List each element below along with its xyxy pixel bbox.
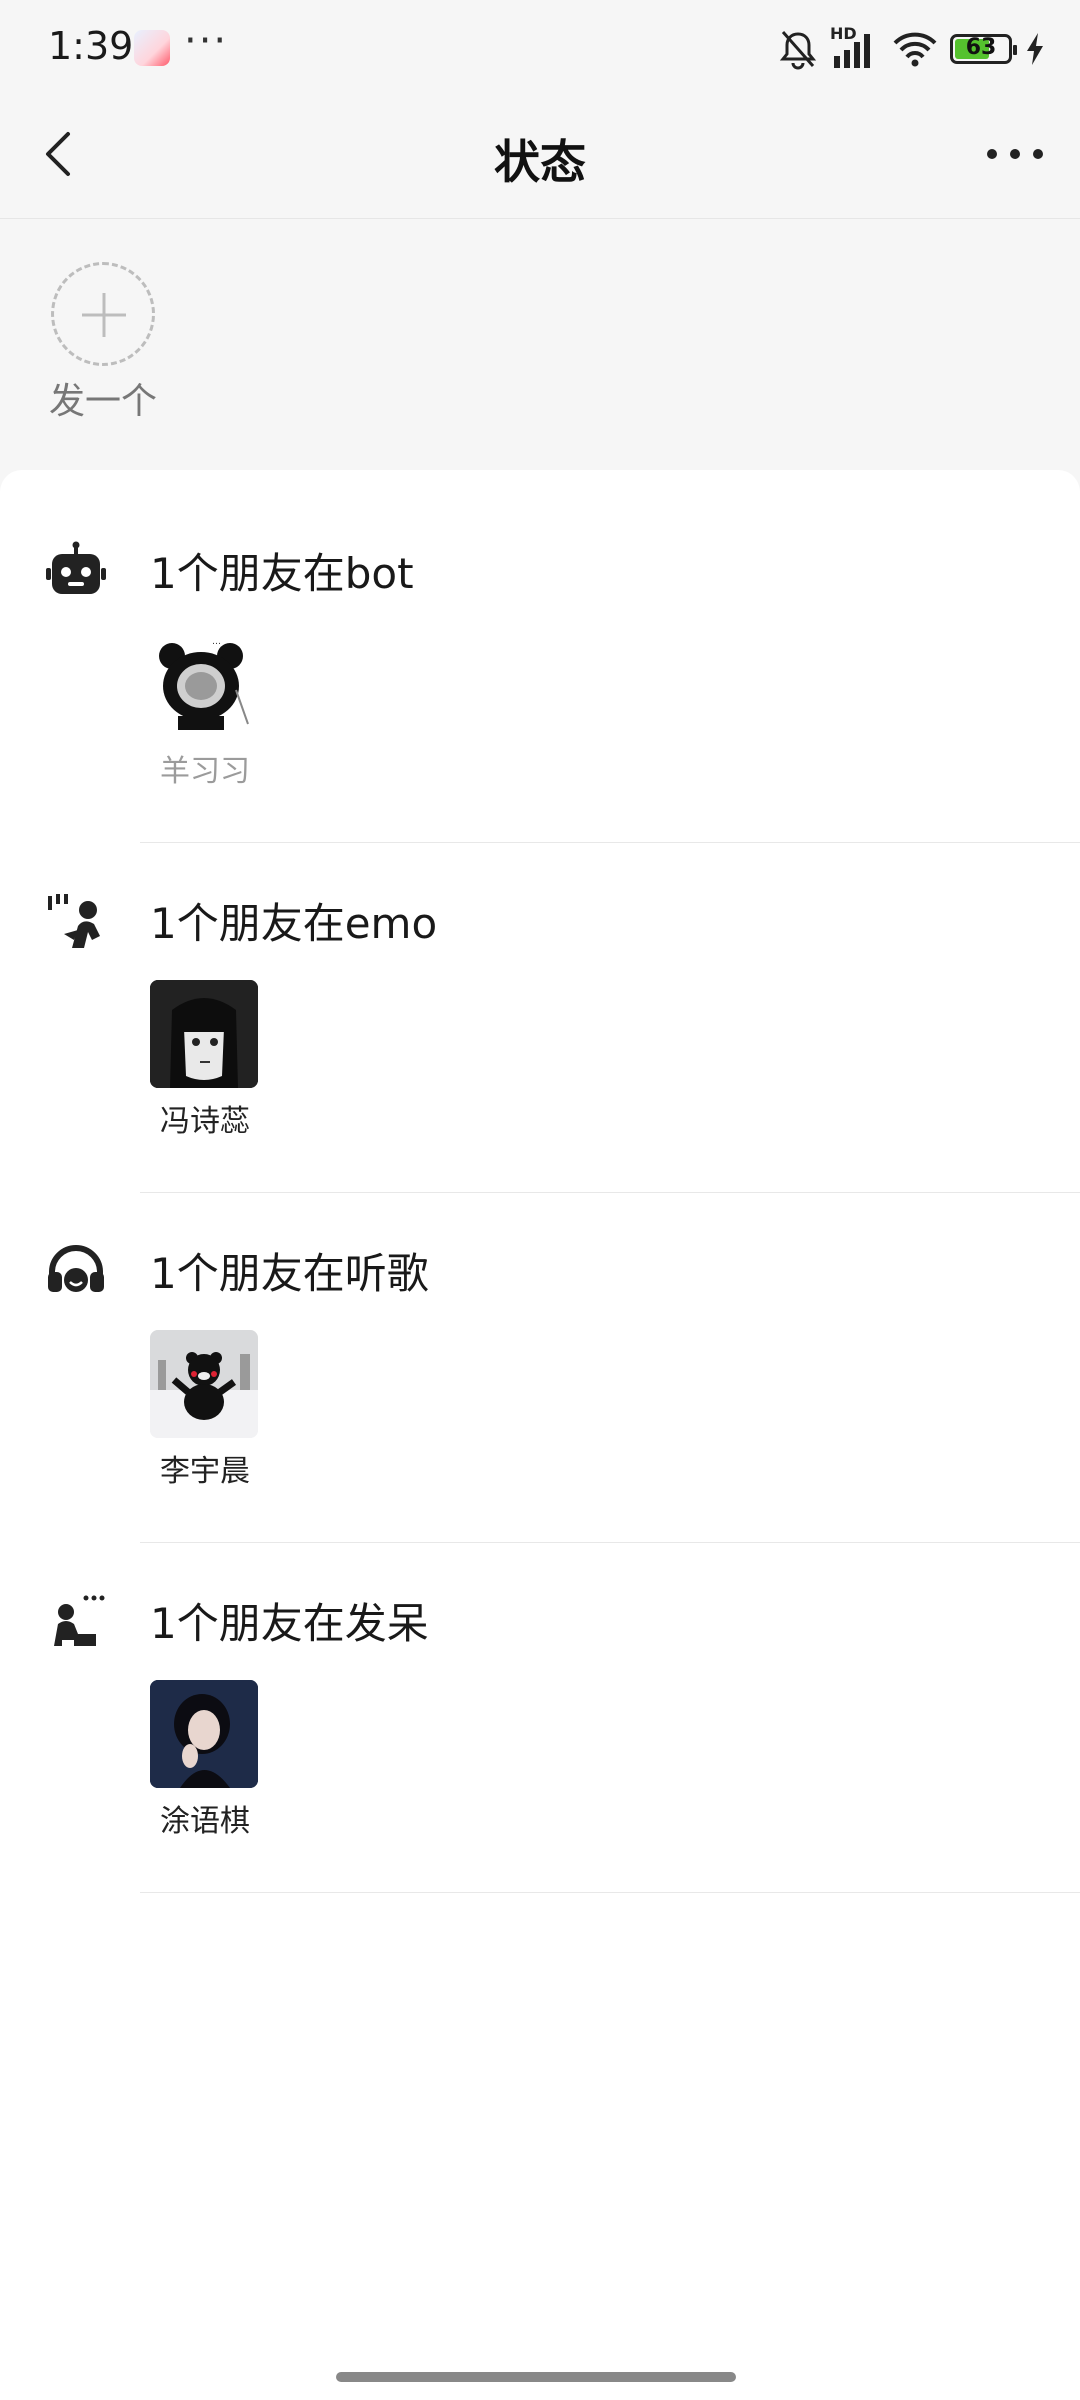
avatar[interactable]: … xyxy=(150,630,258,738)
page-title: 状态 xyxy=(494,135,586,189)
friend-item[interactable]: 涂语棋 xyxy=(150,1680,260,1840)
wifi-icon xyxy=(893,32,937,67)
friend-name: 冯诗蕊 xyxy=(160,1104,250,1139)
add-circle[interactable] xyxy=(51,262,155,366)
app-notification-icon xyxy=(134,30,170,66)
more-options-icon[interactable] xyxy=(980,134,1050,174)
row-divider xyxy=(140,1892,1080,1893)
status-time: 1:39 xyxy=(48,24,134,68)
kumamon-photo-avatar xyxy=(150,1330,258,1438)
avatar[interactable] xyxy=(150,980,258,1088)
emo-person-icon xyxy=(48,894,100,948)
friend-item[interactable]: 冯诗蕊 xyxy=(150,980,260,1140)
group-title: 1个朋友在发呆 xyxy=(150,1599,429,1648)
status-list-card: 1个朋友在bot … 羊习习 1个朋友在emo 冯诗蕊 1个朋友在听歌 李宇晨 … xyxy=(0,470,1080,2400)
row-divider xyxy=(140,842,1080,843)
group-title: 1个朋友在bot xyxy=(150,549,414,598)
friend-name: 羊习习 xyxy=(160,754,250,789)
portrait-photo-avatar xyxy=(150,1680,258,1788)
status-bar: 1:39 ··· HD 63 xyxy=(0,0,1080,100)
daze-person-icon xyxy=(54,1595,105,1646)
home-indicator[interactable] xyxy=(336,2372,736,2382)
nav-header: 状态 xyxy=(0,100,1080,220)
post-label: 发一个 xyxy=(48,381,157,422)
avatar[interactable] xyxy=(150,1330,258,1438)
friend-name: 涂语棋 xyxy=(160,1804,250,1839)
signal-icon: HD xyxy=(830,24,880,70)
status-icons: HD 63 xyxy=(778,24,1046,74)
battery-level: 63 xyxy=(965,35,997,60)
post-status-button[interactable]: 发一个 xyxy=(38,262,168,424)
more-notifications-icon: ··· xyxy=(184,18,229,64)
robot-icon xyxy=(46,541,106,594)
row-divider xyxy=(140,1542,1080,1543)
friend-item[interactable]: … 羊习习 xyxy=(150,630,260,790)
header-divider xyxy=(0,218,1080,219)
battery-icon: 63 xyxy=(950,34,1017,64)
mute-bell-icon xyxy=(779,31,817,70)
row-divider xyxy=(140,1192,1080,1193)
group-title: 1个朋友在听歌 xyxy=(150,1249,429,1298)
charging-icon xyxy=(1027,33,1043,65)
plus-icon xyxy=(82,293,126,337)
panda-meme-avatar: … xyxy=(159,637,249,730)
avatar[interactable] xyxy=(150,1680,258,1788)
girl-illustration-avatar xyxy=(150,980,258,1088)
svg-text:…: … xyxy=(212,637,221,647)
friend-item[interactable]: 李宇晨 xyxy=(150,1330,260,1490)
headphones-icon xyxy=(48,1245,104,1292)
friend-name: 李宇晨 xyxy=(160,1454,250,1489)
group-title: 1个朋友在emo xyxy=(150,899,438,948)
